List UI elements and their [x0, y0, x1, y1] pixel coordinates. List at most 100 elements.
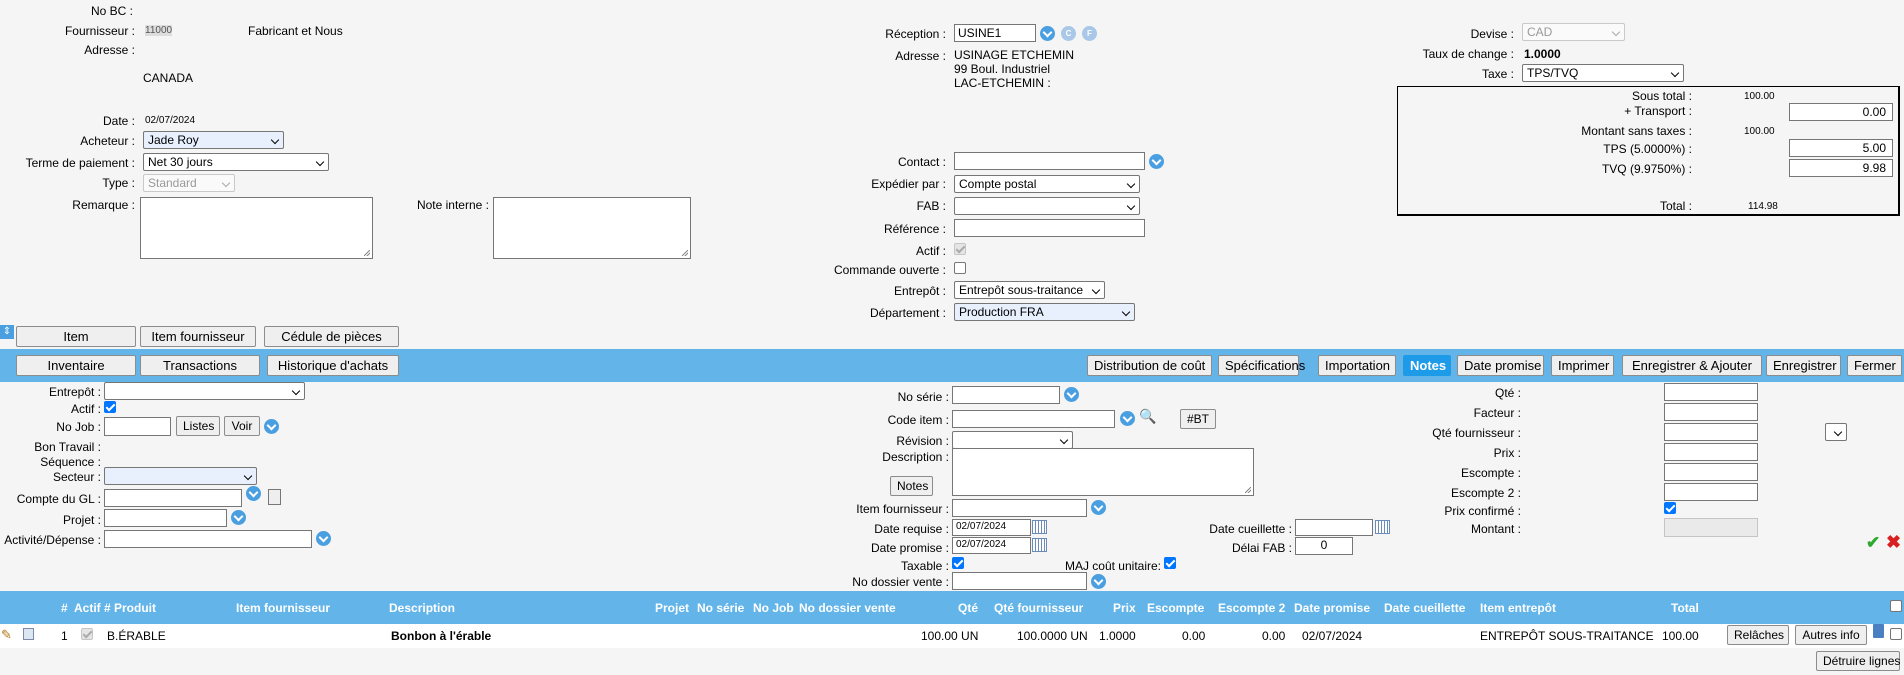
edit-icon[interactable]: ✎: [1, 627, 12, 643]
taxe-select[interactable]: TPS/TVQ: [1522, 64, 1684, 82]
facteur-input[interactable]: [1664, 403, 1758, 421]
trash-icon[interactable]: [1873, 624, 1884, 638]
projet-dropdown-icon[interactable]: [231, 510, 246, 525]
acheteur-select[interactable]: Jade Roy: [143, 131, 284, 149]
line-entrepot-select[interactable]: [104, 382, 305, 400]
date-requise-input[interactable]: 02/07/2024: [952, 519, 1031, 536]
imprimer-button[interactable]: Imprimer: [1551, 355, 1614, 376]
no-dossier-input[interactable]: [952, 572, 1087, 590]
commande-ouverte-checkbox[interactable]: [954, 262, 966, 274]
line-actif-checkbox[interactable]: [104, 401, 116, 413]
tab-transactions[interactable]: Transactions: [140, 355, 260, 376]
qte-input[interactable]: [1664, 383, 1758, 401]
relaches-button[interactable]: Relâches: [1727, 625, 1789, 645]
reception-dropdown-icon[interactable]: [1040, 26, 1055, 41]
compte-gl-dropdown-icon[interactable]: [246, 486, 261, 501]
tab-item-fournisseur[interactable]: Item fournisseur: [140, 326, 256, 347]
search-icon[interactable]: 🔍: [1139, 408, 1156, 425]
no-job-input[interactable]: [104, 417, 171, 436]
fermer-button[interactable]: Fermer: [1847, 355, 1902, 376]
confirm-icon[interactable]: ✔: [1866, 534, 1880, 551]
row-select-checkbox[interactable]: [1890, 628, 1902, 640]
unit-select[interactable]: [1825, 423, 1847, 441]
secteur-select[interactable]: [104, 467, 257, 485]
calendar-icon[interactable]: [1375, 520, 1390, 534]
c-icon[interactable]: C: [1061, 26, 1076, 41]
no-dossier-dropdown-icon[interactable]: [1091, 574, 1106, 589]
tps-input[interactable]: 5.00: [1789, 139, 1893, 157]
note-interne-textarea[interactable]: [493, 197, 691, 259]
reference-input[interactable]: [954, 219, 1145, 237]
adresse-line1: USINAGE ETCHEMIN: [954, 48, 1075, 62]
tab-inventaire[interactable]: Inventaire: [16, 355, 136, 376]
tvq-input[interactable]: 9.98: [1789, 159, 1893, 177]
date-promise-button[interactable]: Date promise: [1457, 355, 1544, 376]
notes-tab-button[interactable]: Notes: [1403, 355, 1451, 376]
cancel-icon[interactable]: ✖: [1886, 533, 1901, 551]
projet-input[interactable]: [104, 509, 227, 527]
autres-info-button[interactable]: Autres info: [1795, 625, 1867, 645]
remarque-textarea[interactable]: [140, 197, 373, 259]
taxe-label: Taxe :: [1481, 67, 1514, 81]
voir-button[interactable]: Voir: [224, 416, 260, 436]
entrepot-select[interactable]: Entrepôt sous-traitance: [954, 281, 1105, 299]
importation-button[interactable]: Importation: [1318, 355, 1396, 376]
specifications-button[interactable]: Spécifications: [1218, 355, 1305, 376]
activite-dropdown-icon[interactable]: [316, 531, 331, 546]
contact-input[interactable]: [954, 152, 1145, 170]
enregistrer-button[interactable]: Enregistrer: [1766, 355, 1841, 376]
fab-select[interactable]: [954, 197, 1140, 215]
bt-button[interactable]: #BT: [1180, 409, 1216, 429]
item-fournisseur-input[interactable]: [952, 499, 1087, 517]
select-all-checkbox[interactable]: [1890, 600, 1902, 612]
qte-fournisseur-input[interactable]: [1664, 423, 1758, 441]
date-promise-input[interactable]: 02/07/2024: [952, 537, 1031, 554]
calendar-icon[interactable]: [1032, 538, 1047, 552]
contact-dropdown-icon[interactable]: [1149, 154, 1164, 169]
no-serie-dropdown-icon[interactable]: [1064, 387, 1079, 402]
transport-input[interactable]: 0.00: [1789, 103, 1893, 121]
code-item-label: Code item :: [887, 413, 949, 427]
prix-input[interactable]: [1664, 443, 1758, 461]
taxable-checkbox[interactable]: [952, 557, 964, 569]
delai-fab-input[interactable]: 0: [1295, 537, 1353, 555]
code-item-dropdown-icon[interactable]: [1120, 411, 1135, 426]
taxable-label: Taxable :: [900, 559, 949, 573]
revision-select[interactable]: [952, 431, 1073, 449]
distribution-cout-button[interactable]: Distribution de coût: [1087, 355, 1212, 376]
activite-input[interactable]: [104, 530, 312, 548]
item-fournisseur-dropdown-icon[interactable]: [1091, 500, 1106, 515]
calendar-icon[interactable]: [1032, 520, 1047, 534]
expedier-select[interactable]: Compte postal: [954, 175, 1140, 193]
col-date-cueillette: Date cueillette: [1384, 601, 1466, 615]
tab-cedule[interactable]: Cédule de pièces: [264, 326, 399, 347]
tab-historique[interactable]: Historique d'achats: [267, 355, 399, 376]
departement-select[interactable]: Production FRA: [954, 303, 1135, 321]
escompte-label: Escompte :: [1460, 466, 1521, 480]
no-job-dropdown-icon[interactable]: [264, 419, 279, 434]
maj-cout-checkbox[interactable]: [1164, 557, 1176, 569]
prix-confirme-checkbox[interactable]: [1664, 502, 1676, 514]
escompte-input[interactable]: [1664, 463, 1758, 481]
copy-icon[interactable]: [23, 628, 34, 640]
description-textarea[interactable]: [952, 448, 1254, 496]
no-serie-input[interactable]: [952, 386, 1060, 404]
date-cueillette-input[interactable]: [1295, 519, 1373, 536]
reception-input[interactable]: USINE1: [954, 24, 1036, 42]
notepad-icon[interactable]: [268, 489, 281, 505]
detruire-lignes-button[interactable]: Détruire lignes: [1816, 651, 1900, 671]
terme-select[interactable]: Net 30 jours: [143, 153, 329, 171]
expand-icon[interactable]: ⇕: [0, 325, 14, 339]
compte-gl-input[interactable]: [104, 489, 242, 507]
escompte2-input[interactable]: [1664, 483, 1758, 501]
enregistrer-ajouter-button[interactable]: Enregistrer & Ajouter: [1622, 355, 1762, 376]
tab-item[interactable]: Item: [16, 326, 136, 347]
code-item-input[interactable]: [952, 410, 1115, 428]
total-label: Total :: [1659, 199, 1692, 213]
no-serie-label: No série :: [897, 390, 949, 404]
f-icon[interactable]: F: [1082, 26, 1097, 41]
row-actif-checkbox: [81, 628, 93, 640]
adresse-line3: LAC-ETCHEMIN :: [954, 76, 1051, 90]
notes-button[interactable]: Notes: [890, 476, 933, 496]
listes-button[interactable]: Listes: [176, 416, 220, 436]
